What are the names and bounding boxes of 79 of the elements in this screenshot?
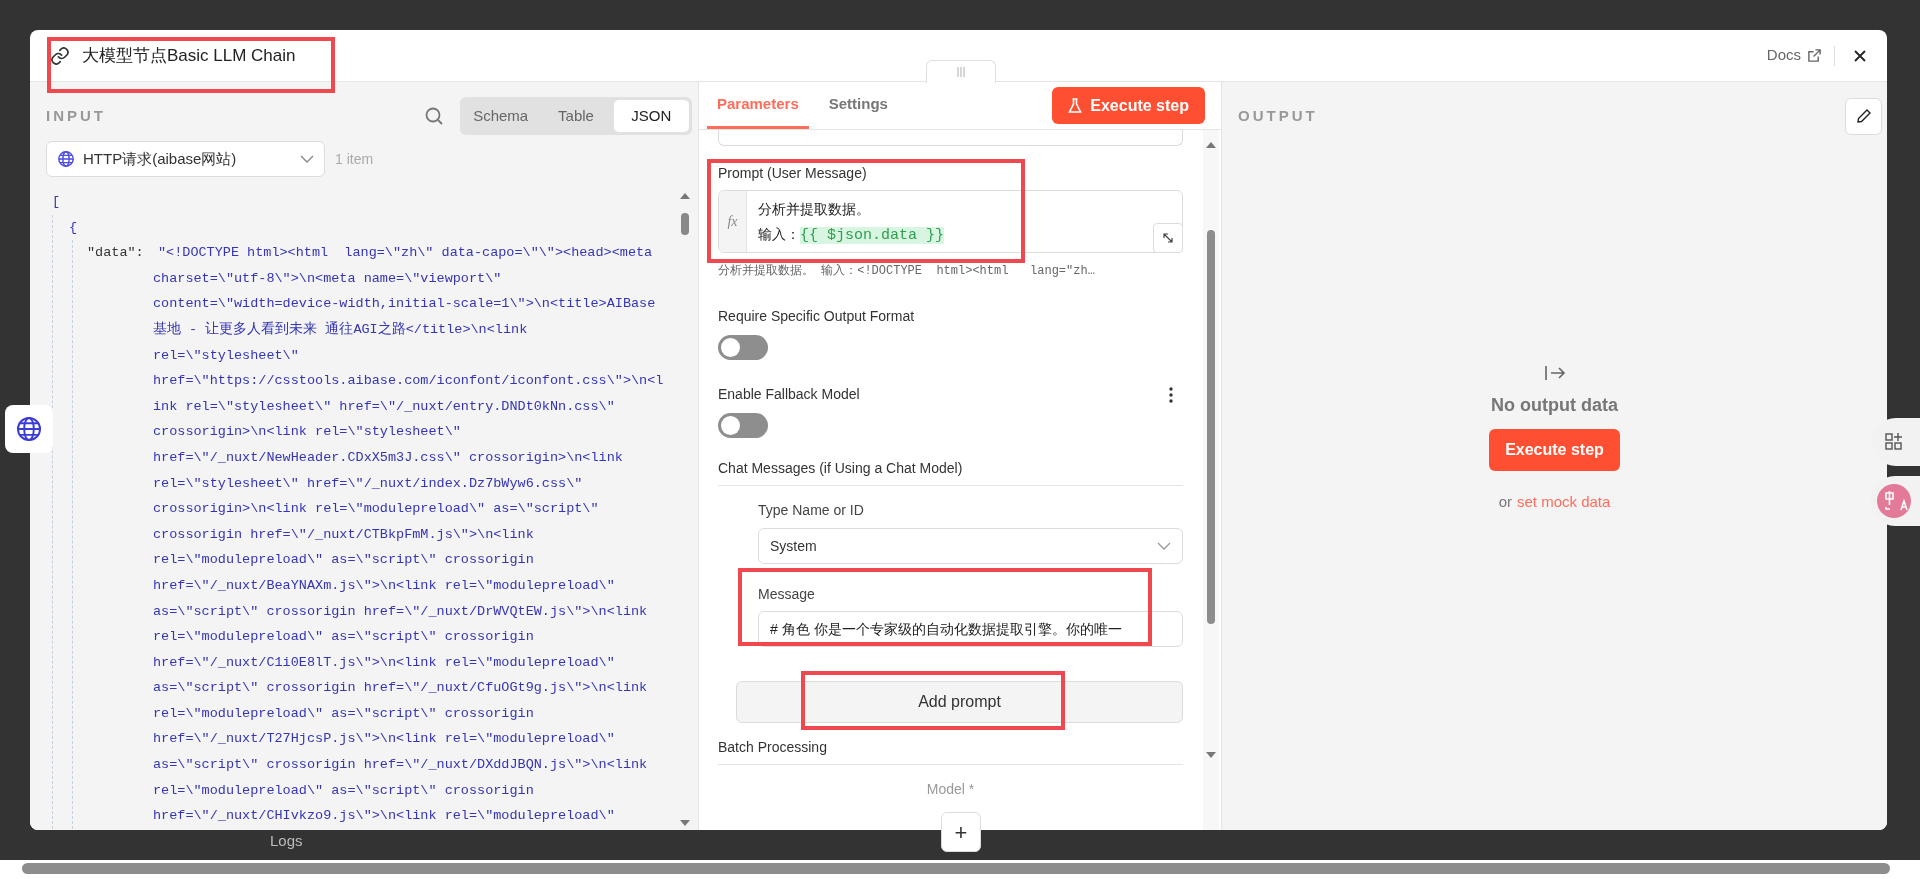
preview-text: 分析并提取数据。 输入：<!DOCTYPE html><html lang="zh… — [718, 263, 1096, 280]
globe-icon — [16, 416, 42, 442]
field-label: Enable Fallback Model — [718, 385, 861, 404]
code-line: rel=\"modulepreload\" as=\"script\" crossorigin — [153, 782, 534, 798]
close-icon[interactable] — [1853, 48, 1867, 63]
code-line: 基地 - 让更多人看到未来 通往AGI之路</title>\n<link — [153, 321, 528, 337]
field-label: Type Name or ID — [758, 501, 865, 520]
search-icon[interactable] — [424, 106, 444, 126]
edit-button[interactable] — [1845, 97, 1882, 135]
code-line: content=\"width=device-width,initial-scale=1\">\n<title>AIBase — [153, 296, 656, 312]
code-line: href=\"/_nuxt/BeaYNAXm.js\">\n<link rel=\"modulepreload\" — [153, 577, 615, 593]
arrow-right-icon — [1543, 364, 1566, 382]
code-line: href=\"/_nuxt/CHIvkzo9.js\">\n<link rel=\"modulepreload\" — [153, 808, 615, 824]
code-line: crossorigin href=\"/_nuxt/CTBkpFmM.js\">\n<link — [153, 526, 534, 542]
code-line: rel=\"modulepreload\" as=\"script\" crossorigin — [153, 629, 534, 645]
flask-icon — [1068, 97, 1083, 114]
logs-label[interactable]: Logs — [270, 830, 303, 853]
section-heading: Batch Processing — [718, 737, 1183, 765]
message-field[interactable]: # 角色 你是一个专家级的自动化数据提取引擎。你的唯一 — [758, 611, 1183, 647]
code-line: ink rel=\"stylesheet\" href=\"/_nuxt/entry.DNDt0kNn.css\" — [153, 398, 615, 414]
code-line: 输入：{{ $json.data }} — [758, 225, 945, 246]
code-line: as=\"script\" crossorigin href=\"/_nuxt/DXddJBQN.js\">\n<link — [153, 757, 648, 773]
code-line: rel=\"modulepreload\" as=\"script\" crossorigin — [153, 705, 534, 721]
code-line: as=\"script\" crossorigin href=\"/_nuxt/DrWVQtEW.js\">\n<link — [153, 603, 648, 619]
code-line: crossorigin>\n<link rel=\"stylesheet\" — [153, 424, 461, 440]
code-line: charset=\"utf-8\">\n<meta name=\"viewport\" — [153, 270, 502, 286]
toggle-switch[interactable] — [718, 413, 768, 438]
json-key: "data": — [87, 240, 158, 266]
add-prompt-button[interactable]: Add prompt — [736, 681, 1183, 723]
panel-heading: OUTPUT — [1238, 105, 1318, 126]
code-line: rel=\"stylesheet\" — [153, 347, 299, 363]
code-line: href=\"https://csstools.aibase.com/iconfont/iconfont.css\">\n<l — [153, 373, 664, 389]
code-line: href=\"/_nuxt/C1i0E8lT.js\">\n<link rel=\"modulepreload\" — [153, 654, 615, 670]
text-field[interactable] — [718, 130, 1183, 146]
code-line: href=\"/_nuxt/T27HjcsP.js\">\n<link rel=\"modulepreload\" — [153, 731, 615, 747]
empty-title: No output data — [1491, 394, 1618, 417]
code-line: 分析并提取数据。 — [758, 200, 871, 219]
pencil-icon — [1855, 108, 1872, 124]
section-heading: Chat Messages (if Using a Chat Model) — [718, 458, 1183, 486]
item-count: 1 item — [335, 149, 374, 169]
globe-icon — [57, 150, 75, 168]
source-select[interactable]: HTTP请求(aibase网站) — [46, 141, 325, 177]
globe-button[interactable] — [5, 405, 53, 453]
expand-icon[interactable] — [1153, 223, 1183, 253]
view-tab[interactable]: Table — [538, 100, 614, 132]
window-title: 大模型节点Basic LLM Chain — [82, 44, 296, 67]
code-line: rel=\"modulepreload\" as=\"script\" crossorigin — [153, 552, 534, 568]
external-link-icon — [1807, 48, 1822, 63]
code-line: crossorigin>\n<link rel=\"modulepreload\" as=\"script\" — [153, 501, 599, 517]
apps-icon — [1884, 432, 1904, 452]
code-line: as=\"script\" crossorigin href=\"/_nuxt/CfuOGt9g.js\">\n<link — [153, 680, 648, 696]
or-text: or — [1498, 492, 1512, 512]
translate-icon — [1876, 483, 1912, 519]
code-line: [ — [52, 194, 61, 209]
chevron-down-icon — [1157, 542, 1171, 550]
prompt-field[interactable]: fx 分析并提取数据。 输入：{{ $json.data }} — [718, 190, 1183, 253]
code-line: href=\"/_nuxt/NewHeader.CDxX5m3J.css\" crossorigin>\n<link — [153, 449, 623, 465]
field-label: Require Specific Output Format — [718, 307, 916, 326]
view-tab[interactable]: Schema — [463, 100, 539, 132]
code-line: "<!DOCTYPE html><html lang=\"zh\" data-capo=\"\"><head><meta — [158, 244, 653, 263]
vertical-scrollbar[interactable] — [1203, 130, 1219, 830]
link-icon — [50, 45, 70, 66]
horizontal-scrollbar[interactable] — [22, 863, 1890, 874]
type-select[interactable]: System — [758, 528, 1183, 564]
chevron-down-icon — [300, 155, 314, 163]
add-model-button[interactable]: + — [941, 812, 981, 852]
more-icon[interactable] — [1169, 386, 1173, 403]
code-line: { — [69, 219, 78, 235]
code-line: rel=\"stylesheet\" href=\"/_nuxt/index.Dz7bWyw6.css\" — [153, 475, 583, 491]
field-label: Prompt (User Message) — [718, 164, 868, 183]
field-label: Message — [758, 585, 816, 604]
drag-handle[interactable] — [926, 60, 996, 83]
panel-heading: INPUT — [46, 105, 106, 126]
expression-marker: fx — [727, 213, 738, 231]
tab[interactable]: Settings — [818, 82, 898, 129]
toggle-switch[interactable] — [718, 335, 768, 360]
model-label: Model * — [926, 780, 975, 799]
docs-link[interactable]: Docs — [1766, 45, 1835, 66]
view-tab[interactable]: JSON — [613, 100, 689, 132]
